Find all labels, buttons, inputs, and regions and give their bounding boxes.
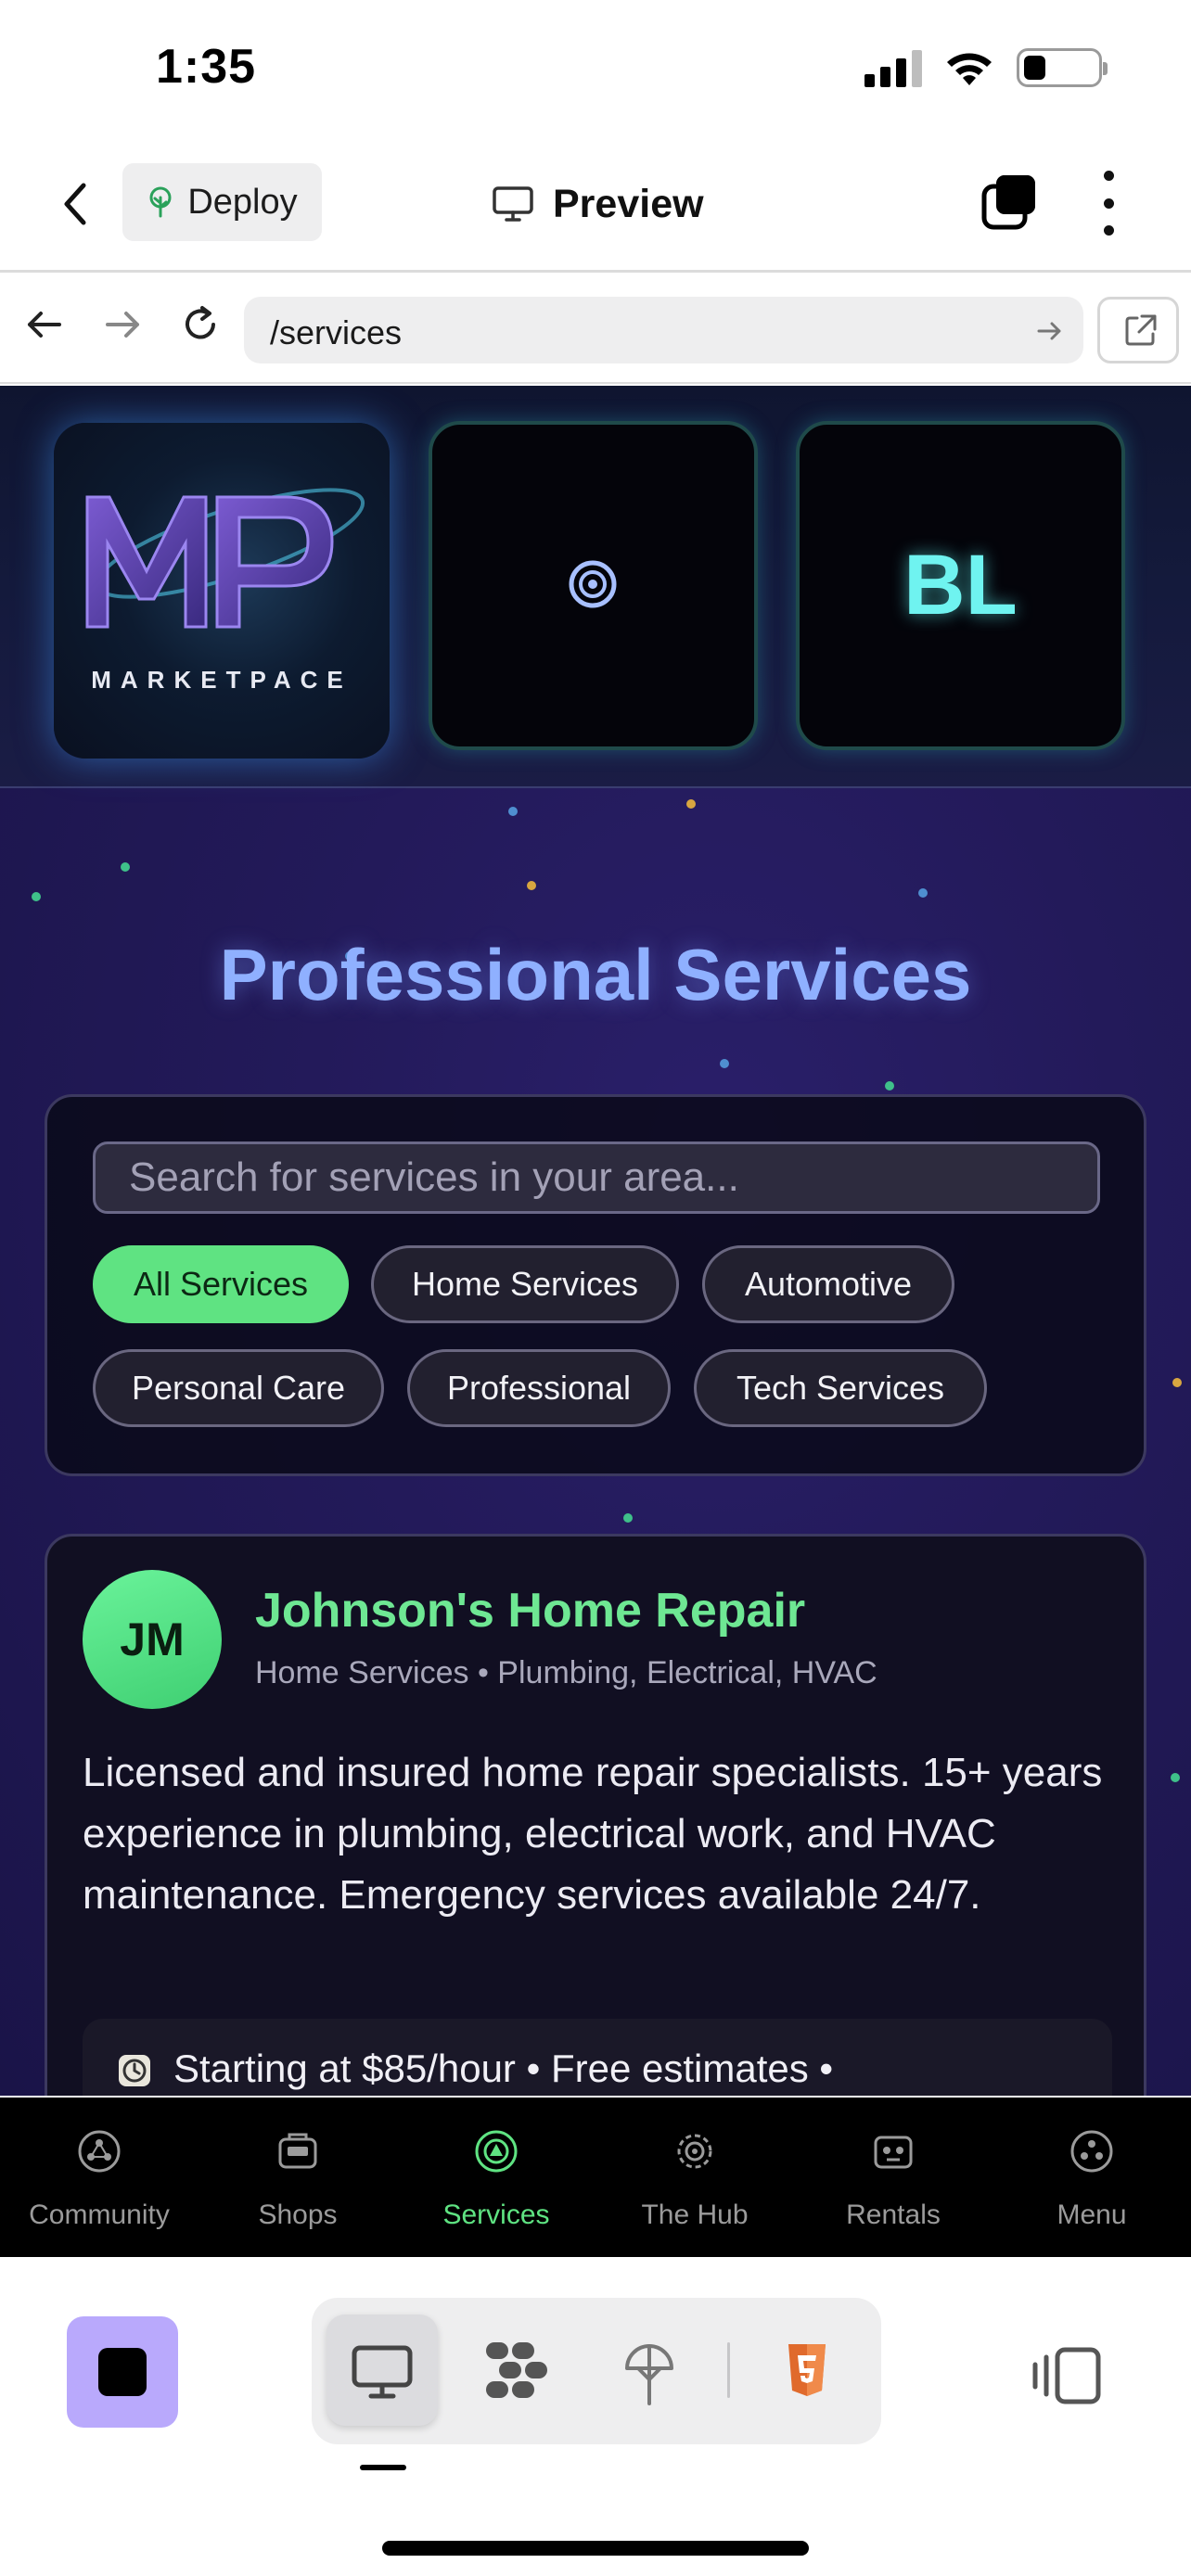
filter-chip-tech-services[interactable]: Tech Services: [694, 1349, 987, 1427]
particle: [508, 807, 518, 816]
browser-back-icon[interactable]: [20, 300, 69, 349]
browser-forward-icon[interactable]: [98, 300, 147, 349]
search-input[interactable]: [93, 1141, 1100, 1214]
agent-view-button[interactable]: [460, 2315, 571, 2426]
bl-tile[interactable]: BL: [796, 421, 1125, 750]
particle: [527, 881, 536, 890]
particle: [720, 1059, 729, 1068]
particle: [623, 1513, 633, 1523]
filter-chip-home-services[interactable]: Home Services: [371, 1245, 679, 1323]
services-icon: [475, 2130, 518, 2173]
screen: 1:35 Deploy Preview /services MARKETPACE…: [0, 0, 1191, 2576]
filter-chip-personal-care[interactable]: Personal Care: [93, 1349, 384, 1427]
provider-avatar: JM: [83, 1570, 222, 1709]
monitor-icon: [493, 186, 533, 222]
app-header: Deploy Preview: [0, 139, 1191, 273]
nav-shops-label: Shops: [258, 2200, 338, 2230]
pricing-row: Starting at $85/hour • Free estimates •: [83, 2019, 1112, 2096]
preview-label: Preview: [553, 181, 704, 226]
provider-name[interactable]: Johnson's Home Repair: [255, 1583, 805, 1639]
filter-chip-all-services[interactable]: All Services: [93, 1245, 349, 1323]
pricing-text: Starting at $85/hour • Free estimates •: [173, 2047, 834, 2090]
nav-community[interactable]: Community: [0, 2098, 198, 2257]
more-options-icon[interactable]: [1090, 171, 1127, 236]
open-external-button[interactable]: [1097, 297, 1179, 363]
url-field[interactable]: /services: [244, 297, 1083, 363]
active-view-indicator: [360, 2465, 406, 2470]
deploy-tree-icon: [149, 186, 172, 218]
stop-icon: [98, 2348, 147, 2396]
target-tile[interactable]: [429, 421, 758, 750]
deploy-button[interactable]: Deploy: [122, 163, 322, 241]
reload-icon[interactable]: [176, 300, 224, 349]
hub-gear-icon: [677, 2134, 712, 2169]
web-content: MARKETPACE BL Professional Services Sear…: [0, 386, 1191, 2096]
desktop-icon: [352, 2345, 413, 2399]
page-title: Professional Services: [219, 934, 972, 1015]
menu-icon: [1070, 2130, 1113, 2173]
preview-view-button[interactable]: [327, 2315, 438, 2426]
status-bar: 1:35: [0, 0, 1191, 139]
nav-rentals[interactable]: Rentals: [794, 2098, 992, 2257]
filter-chip-automotive[interactable]: Automotive: [702, 1245, 954, 1323]
agent-swirl-icon: [486, 2342, 547, 2398]
particle: [918, 888, 928, 898]
html5-icon: [788, 2344, 826, 2396]
segment-divider: [727, 2342, 730, 2398]
go-arrow-icon[interactable]: [1033, 315, 1065, 347]
ide-toolbar: [0, 2257, 1191, 2576]
particle: [1172, 1378, 1182, 1387]
html-view-button[interactable]: [751, 2315, 863, 2426]
nav-menu-label: Menu: [1057, 2200, 1127, 2230]
bottom-nav: Community Shops Services The Hub Rentals…: [0, 2098, 1191, 2257]
particle: [121, 862, 130, 872]
cellular-signal-icon: [864, 48, 922, 87]
filter-chip-professional[interactable]: Professional: [407, 1349, 671, 1427]
url-text: /services: [270, 313, 403, 351]
particle: [885, 1081, 894, 1090]
status-icons: [864, 48, 1108, 87]
deployments-view-button[interactable]: [594, 2315, 705, 2426]
particle: [32, 892, 41, 901]
bl-text: BL: [903, 538, 1018, 632]
deploy-label: Deploy: [187, 182, 298, 222]
nav-menu[interactable]: Menu: [992, 2098, 1191, 2257]
wifi-icon: [947, 53, 992, 85]
provider-description: Licensed and insured home repair special…: [83, 1750, 1103, 1918]
browser-bar: /services: [0, 273, 1191, 384]
logo-caption: MARKETPACE: [91, 666, 352, 694]
tabs-icon[interactable]: [980, 172, 1041, 233]
community-icon: [78, 2130, 121, 2173]
particle: [1171, 1773, 1180, 1782]
rentals-icon: [874, 2136, 913, 2169]
preview-title: Preview: [492, 167, 704, 241]
back-chevron-icon[interactable]: [54, 176, 100, 232]
target-icon: [569, 560, 617, 608]
nav-shops[interactable]: Shops: [198, 2098, 397, 2257]
provider-category: Home Services • Plumbing, Electrical, HV…: [255, 1655, 877, 1690]
particle: [686, 799, 696, 809]
nav-rentals-label: Rentals: [846, 2200, 941, 2230]
nav-services-label: Services: [442, 2200, 550, 2230]
nav-community-label: Community: [29, 2200, 170, 2230]
filter-card: All Services Home Services Automotive Pe…: [45, 1094, 1146, 1476]
battery-icon: [1017, 48, 1108, 87]
external-link-icon: [1125, 314, 1157, 346]
mp-logo-icon: [85, 488, 365, 629]
provider-card[interactable]: JM Johnson's Home Repair Home Services •…: [45, 1534, 1146, 2096]
panel-toggle-icon[interactable]: [1028, 2340, 1108, 2411]
home-indicator: [382, 2541, 809, 2556]
clock-icon: [119, 2055, 150, 2086]
marketpace-logo-tile[interactable]: MARKETPACE: [54, 423, 390, 759]
status-time: 1:35: [156, 40, 257, 94]
battery-level: [1024, 56, 1045, 80]
stop-button[interactable]: [67, 2316, 178, 2428]
nav-the-hub-label: The Hub: [641, 2200, 749, 2230]
nav-services[interactable]: Services: [397, 2098, 596, 2257]
view-switcher: [312, 2298, 881, 2444]
shop-icon: [278, 2133, 317, 2169]
app-tiles-band: MARKETPACE BL: [0, 386, 1191, 788]
deploy-tree-icon: [625, 2344, 673, 2405]
nav-the-hub[interactable]: The Hub: [596, 2098, 794, 2257]
